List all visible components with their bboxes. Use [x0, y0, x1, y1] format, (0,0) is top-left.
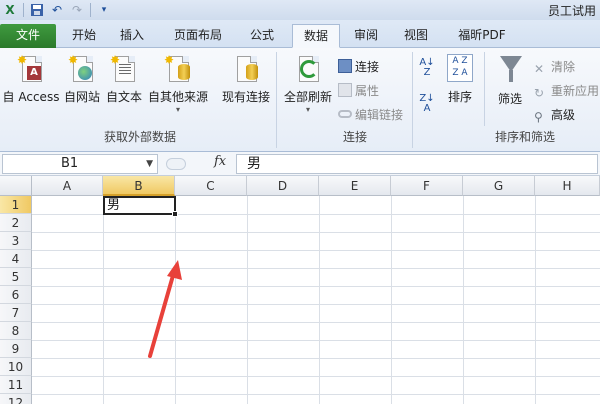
tab-file[interactable]: 文件: [0, 24, 56, 48]
existing-connections-icon: [232, 54, 260, 84]
properties-icon: [338, 83, 352, 97]
tab-review[interactable]: 审阅: [346, 24, 386, 48]
clear-filter-button[interactable]: ✕ 清除: [534, 58, 575, 76]
edit-links-button[interactable]: 编辑链接: [338, 106, 403, 123]
from-access-button[interactable]: ✸ A 自 Access: [2, 54, 60, 105]
connections-button[interactable]: 连接: [338, 58, 379, 75]
formula-bar-splitter[interactable]: [166, 158, 186, 170]
advanced-filter-button[interactable]: ⚲ 高级: [534, 106, 575, 124]
from-other-sources-button[interactable]: ✸ 自其他来源 ▾: [146, 54, 210, 114]
annotation-arrow-icon: [148, 260, 182, 358]
clear-filter-icon: ✕: [534, 62, 545, 76]
sort-a-to-z-button[interactable]: A↓ Z: [416, 58, 438, 78]
filter-button[interactable]: 筛选: [490, 54, 530, 107]
tab-view[interactable]: 视图: [396, 24, 436, 48]
web-icon: ✸: [68, 54, 96, 84]
refresh-all-button[interactable]: 全部刷新 ▾: [280, 54, 336, 114]
formula-bar: B1 ▼ fx 男: [0, 152, 600, 176]
quick-access-toolbar: X ↶ ↷ ▾: [0, 0, 114, 20]
group-label-sort-filter: 排序和筛选: [494, 130, 555, 144]
sort-dialog-icon: A ZZ A: [447, 54, 473, 82]
ribbon-data: ✸ A 自 Access ✸ 自网站 ✸ 自文本 ✸ 自其他来源 ▾ 现有连接 获…: [0, 48, 600, 152]
sort-desc-icon: Z↓ A: [419, 93, 435, 114]
connections-icon: [338, 59, 352, 73]
filter-icon: [496, 54, 524, 84]
sort-z-to-a-button[interactable]: Z↓ A: [416, 94, 438, 114]
redo-icon[interactable]: ↷: [67, 1, 87, 19]
group-label-external: 获取外部数据: [103, 130, 176, 144]
refresh-icon: [294, 54, 322, 84]
chevron-down-icon: ▾: [305, 105, 310, 114]
tab-data[interactable]: 数据: [292, 24, 340, 48]
save-icon[interactable]: [27, 1, 47, 19]
chevron-down-icon: ▾: [175, 105, 180, 114]
link-icon: [338, 110, 352, 118]
properties-button[interactable]: 属性: [338, 82, 379, 99]
window-title: 员工试用: [547, 4, 596, 18]
database-icon: ✸: [164, 54, 192, 84]
tab-home[interactable]: 开始: [64, 24, 104, 48]
worksheet-grid[interactable]: A B C D E F G H 1 2 3 4 5 6 7 8 9 10 11 …: [0, 176, 600, 404]
from-web-button[interactable]: ✸ 自网站: [62, 54, 102, 105]
name-box[interactable]: B1 ▼: [2, 154, 158, 174]
tab-page-layout[interactable]: 页面布局: [166, 24, 230, 48]
title-bar: X ↶ ↷ ▾ 员工试用: [0, 0, 600, 20]
undo-icon[interactable]: ↶: [47, 1, 67, 19]
customize-qat-icon[interactable]: ▾: [94, 1, 114, 19]
excel-icon[interactable]: X: [0, 1, 20, 19]
sort-button[interactable]: A ZZ A 排序: [442, 54, 478, 105]
formula-input[interactable]: 男: [236, 154, 598, 174]
sort-asc-icon: A↓ Z: [419, 57, 435, 78]
ribbon-tabs: 文件 开始 插入 页面布局 公式 数据 审阅 视图 福昕PDF: [0, 20, 600, 48]
tab-foxit-pdf[interactable]: 福昕PDF: [450, 24, 514, 48]
reapply-button[interactable]: ↻ 重新应用: [534, 82, 599, 100]
reapply-icon: ↻: [534, 86, 545, 100]
from-text-button[interactable]: ✸ 自文本: [104, 54, 144, 105]
advanced-filter-icon: ⚲: [534, 110, 543, 124]
tab-formulas[interactable]: 公式: [240, 24, 284, 48]
text-file-icon: ✸: [110, 54, 138, 84]
chevron-down-icon[interactable]: ▼: [146, 155, 153, 173]
group-label-connections: 连接: [342, 130, 367, 144]
access-icon: ✸ A: [17, 54, 45, 84]
insert-function-icon[interactable]: fx: [214, 154, 226, 169]
tab-insert[interactable]: 插入: [112, 24, 152, 48]
existing-connections-button[interactable]: 现有连接: [218, 54, 274, 105]
